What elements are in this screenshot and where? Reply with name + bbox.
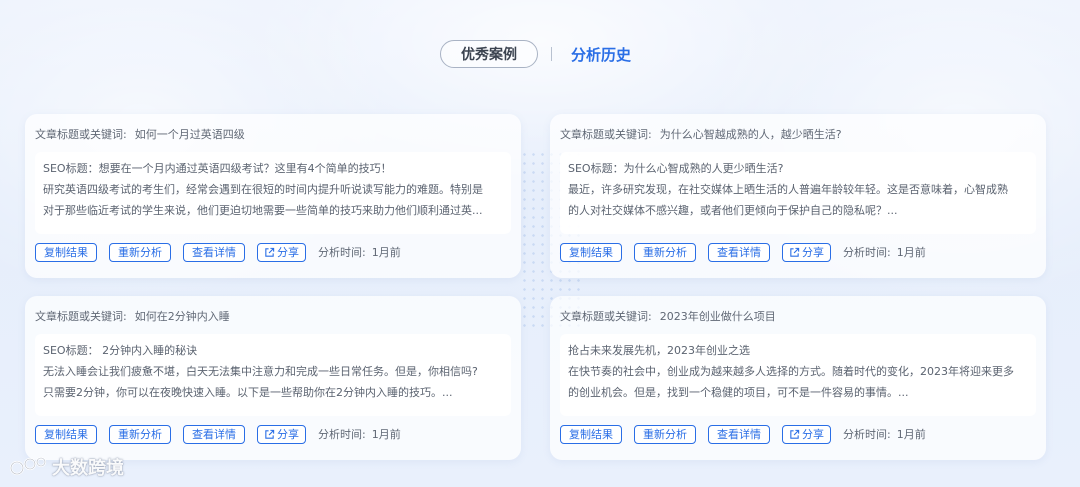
card-actions: 复制结果 重新分析 查看详情 分享 分析时间: 1月前 xyxy=(35,242,511,262)
result-line: 研究英语四级考试的考生们，经常会遇到在很短的时间内提升听说读写能力的难题。特别是 xyxy=(43,183,483,196)
card-actions: 复制结果 重新分析 查看详情 分享 分析时间: 1月前 xyxy=(35,424,511,444)
copy-result-button[interactable]: 复制结果 xyxy=(560,242,622,262)
keyword-value: 如何在2分钟内入睡 xyxy=(134,310,230,323)
history-card: 文章标题或关键词: 为什么心智越成熟的人，越少晒生活? SEO标题：为什么心智成熟… xyxy=(550,114,1046,278)
result-line: 的人对社交媒体不感兴趣，或者他们更倾向于保护自己的隐私呢？... xyxy=(568,204,898,217)
share-label: 分享 xyxy=(277,428,299,441)
analysis-time: 分析时间: 1月前 xyxy=(318,426,401,442)
time-label: 分析时间: xyxy=(843,428,891,441)
result-line: 只需要2分钟，你可以在夜晚快速入睡。以下是一些帮助你在2分钟内入睡的技巧。... xyxy=(43,386,453,399)
keyword-value: 如何一个月过英语四级 xyxy=(134,128,245,141)
analysis-time: 分析时间: 1月前 xyxy=(843,244,926,260)
share-icon xyxy=(790,247,800,257)
history-card: 文章标题或关键词: 如何在2分钟内入睡 SEO标题： 2分钟内入睡的秘诀 无法入睡… xyxy=(25,296,521,460)
result-line: 在快节奏的社会中，创业成为越来越多人选择的方式。随着时代的变化，2023年将迎来… xyxy=(568,365,1014,378)
history-card: 文章标题或关键词: 2023年创业做什么项目 抢占未来发展先机，2023年创业之选… xyxy=(550,296,1046,460)
time-value: 1月前 xyxy=(371,246,401,259)
result-line: SEO标题： 2分钟内入睡的秘诀 xyxy=(43,344,198,357)
card-keyword-row: 文章标题或关键词: 如何一个月过英语四级 xyxy=(35,126,511,142)
card-actions: 复制结果 重新分析 查看详情 分享 分析时间: 1月前 xyxy=(560,424,1036,444)
analysis-time: 分析时间: 1月前 xyxy=(318,244,401,260)
card-result-preview: SEO标题：想要在一个月内通过英语四级考试？这里有4个简单的技巧！ 研究英语四级… xyxy=(35,152,511,234)
keyword-value: 为什么心智越成熟的人，越少晒生活? xyxy=(659,128,842,141)
share-label: 分享 xyxy=(802,246,824,259)
tab-analysis-history[interactable]: 分析历史 xyxy=(566,40,636,68)
card-result-preview: SEO标题：为什么心智成熟的人更少晒生活? 最近，许多研究发现，在社交媒体上晒生… xyxy=(560,152,1036,234)
card-actions: 复制结果 重新分析 查看详情 分享 分析时间: 1月前 xyxy=(560,242,1036,262)
share-button[interactable]: 分享 xyxy=(782,242,831,262)
keyword-label: 文章标题或关键词: xyxy=(35,310,127,323)
share-icon xyxy=(265,429,275,439)
view-details-button[interactable]: 查看详情 xyxy=(708,242,770,262)
history-card: 文章标题或关键词: 如何一个月过英语四级 SEO标题：想要在一个月内通过英语四级考… xyxy=(25,114,521,278)
time-value: 1月前 xyxy=(371,428,401,441)
tab-separator xyxy=(551,47,552,61)
result-line: 抢占未来发展先机，2023年创业之选 xyxy=(568,344,750,357)
tab-bar: 优秀案例 分析历史 xyxy=(0,40,1080,70)
result-line: SEO标题：想要在一个月内通过英语四级考试？这里有4个简单的技巧！ xyxy=(43,162,392,175)
keyword-value: 2023年创业做什么项目 xyxy=(659,310,776,323)
keyword-label: 文章标题或关键词: xyxy=(560,128,652,141)
view-details-button[interactable]: 查看详情 xyxy=(183,242,245,262)
time-label: 分析时间: xyxy=(843,246,891,259)
copy-result-button[interactable]: 复制结果 xyxy=(35,424,97,444)
share-label: 分享 xyxy=(802,428,824,441)
keyword-label: 文章标题或关键词: xyxy=(35,128,127,141)
time-label: 分析时间: xyxy=(318,428,366,441)
share-icon xyxy=(265,247,275,257)
result-line: 的创业机会。但是，找到一个稳健的项目，可不是一件容易的事情。... xyxy=(568,386,909,399)
result-line: SEO标题：为什么心智成熟的人更少晒生活? xyxy=(568,162,784,175)
result-line: 对于那些临近考试的学生来说，他们更迫切地需要一些简单的技巧来助力他们顺利通过英.… xyxy=(43,204,483,217)
result-line: 无法入睡会让我们疲惫不堪，白天无法集中注意力和完成一些日常任务。但是，你相信吗? xyxy=(43,365,478,378)
card-result-preview: 抢占未来发展先机，2023年创业之选 在快节奏的社会中，创业成为越来越多人选择的… xyxy=(560,334,1036,416)
card-result-preview: SEO标题： 2分钟内入睡的秘诀 无法入睡会让我们疲惫不堪，白天无法集中注意力和… xyxy=(35,334,511,416)
reanalyze-button[interactable]: 重新分析 xyxy=(634,424,696,444)
view-details-button[interactable]: 查看详情 xyxy=(708,424,770,444)
watermark-text: 大数跨境 xyxy=(52,458,124,479)
analysis-time: 分析时间: 1月前 xyxy=(843,426,926,442)
card-keyword-row: 文章标题或关键词: 2023年创业做什么项目 xyxy=(560,308,1036,324)
reanalyze-button[interactable]: 重新分析 xyxy=(109,424,171,444)
card-keyword-row: 文章标题或关键词: 为什么心智越成熟的人，越少晒生活? xyxy=(560,126,1036,142)
keyword-label: 文章标题或关键词: xyxy=(560,310,652,323)
share-button[interactable]: 分享 xyxy=(257,424,306,444)
time-value: 1月前 xyxy=(896,428,926,441)
share-label: 分享 xyxy=(277,246,299,259)
time-label: 分析时间: xyxy=(318,246,366,259)
reanalyze-button[interactable]: 重新分析 xyxy=(634,242,696,262)
copy-result-button[interactable]: 复制结果 xyxy=(35,242,97,262)
copy-result-button[interactable]: 复制结果 xyxy=(560,424,622,444)
brand-logo-icon xyxy=(9,456,47,476)
brand-watermark: 大数跨境 xyxy=(8,452,124,482)
share-icon xyxy=(790,429,800,439)
view-details-button[interactable]: 查看详情 xyxy=(183,424,245,444)
time-value: 1月前 xyxy=(896,246,926,259)
card-keyword-row: 文章标题或关键词: 如何在2分钟内入睡 xyxy=(35,308,511,324)
result-line: 最近，许多研究发现，在社交媒体上晒生活的人普遍年龄较年轻。这是否意味着，心智成熟 xyxy=(568,183,1008,196)
reanalyze-button[interactable]: 重新分析 xyxy=(109,242,171,262)
tab-excellent-cases[interactable]: 优秀案例 xyxy=(440,40,538,68)
share-button[interactable]: 分享 xyxy=(782,424,831,444)
share-button[interactable]: 分享 xyxy=(257,242,306,262)
